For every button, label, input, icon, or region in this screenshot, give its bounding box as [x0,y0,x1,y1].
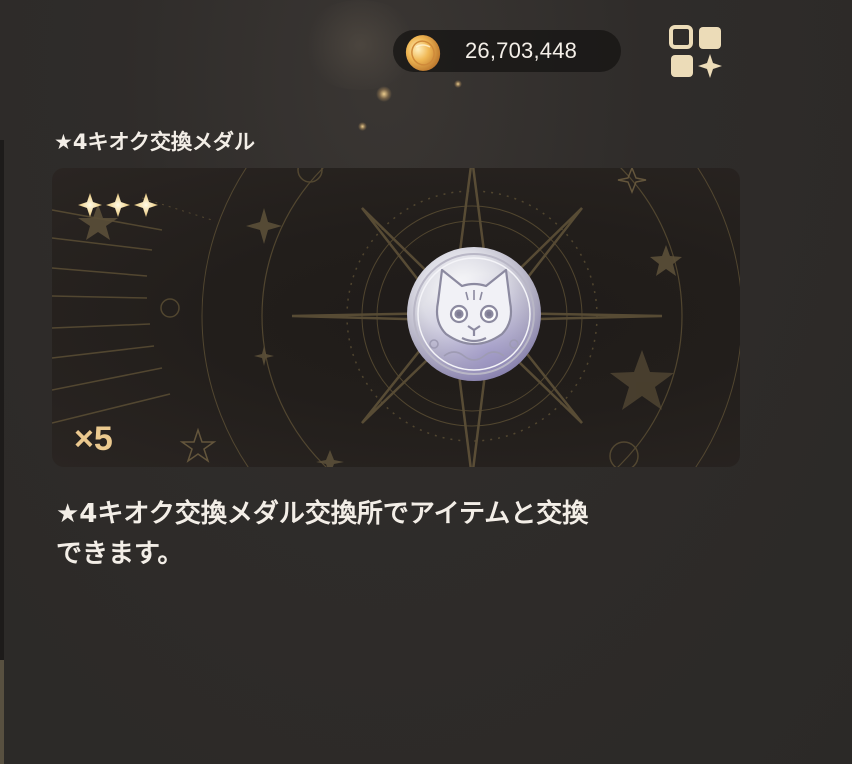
background-sparkle [454,80,462,88]
currency-value: 26,703,448 [465,38,578,63]
rarity-stars [78,193,158,217]
item-quantity: ×5 [74,420,113,458]
gold-coin-icon [405,35,441,71]
currency-display: 26,703,448 [393,30,621,72]
rarity-star-icon [78,193,102,217]
rarity-star-icon [134,193,158,217]
item-description: ★4キオク交換メダル交換所でアイテムと交換 できます。 [56,499,589,569]
grid-menu-icon[interactable] [668,24,724,80]
background-sparkle [376,86,392,102]
silver-cat-medal-icon [407,247,541,381]
left-panel-edge-accent [0,660,4,764]
item-title: ★4キオク交換メダル [54,130,256,154]
background-sparkle [358,122,367,131]
rarity-star-icon [106,193,130,217]
